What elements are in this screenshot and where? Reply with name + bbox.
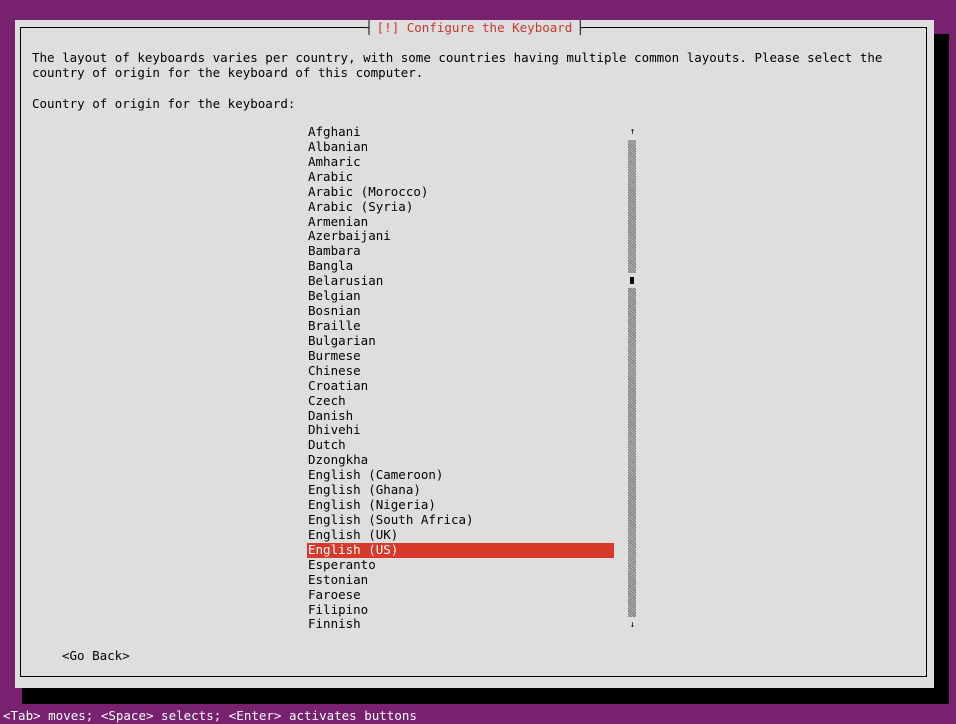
go-back-button[interactable]: <Go Back> [62,648,130,663]
list-item[interactable]: Bambara [307,243,614,259]
list-item[interactable]: Braille [307,318,614,334]
configure-keyboard-dialog: ┤ [!] Configure the Keyboard ├ The layout … [15,20,934,688]
list-item-selected[interactable]: English (US) [307,542,614,558]
list-item[interactable]: Estonian [307,572,614,588]
list-item[interactable]: Filipino [307,602,614,618]
list-item[interactable]: Arabic (Morocco) [307,184,614,200]
dialog-title: [!] Configure the Keyboard [372,20,577,35]
dialog-description: The layout of keyboards varies per count… [32,50,883,80]
list-item[interactable]: Dutch [307,437,614,453]
list-item[interactable]: English (UK) [307,527,614,543]
list-item[interactable]: Belgian [307,288,614,304]
scrollbar-thumb[interactable] [630,277,634,284]
list-item[interactable]: Belarusian [307,273,614,289]
scroll-up-arrow-icon[interactable]: ↑ [627,126,638,138]
list-item[interactable]: Finnish [307,616,614,632]
list-item[interactable]: Bulgarian [307,333,614,349]
list-item[interactable]: Czech [307,393,614,409]
list-item[interactable]: Bangla [307,258,614,274]
list-item[interactable]: English (Nigeria) [307,497,614,513]
list-item[interactable]: Burmese [307,348,614,364]
list-item[interactable]: Danish [307,408,614,424]
list-prompt: Country of origin for the keyboard: [32,96,296,111]
list-item[interactable]: Arabic (Syria) [307,199,614,215]
list-item[interactable]: Esperanto [307,557,614,573]
list-item[interactable]: Albanian [307,139,614,155]
status-bar-hint: <Tab> moves; <Space> selects; <Enter> ac… [0,708,956,724]
list-item[interactable]: Amharic [307,154,614,170]
scroll-down-arrow-icon[interactable]: ↓ [627,619,638,631]
list-item[interactable]: Armenian [307,214,614,230]
list-item[interactable]: English (Ghana) [307,482,614,498]
list-item[interactable]: Arabic [307,169,614,185]
list-item[interactable]: Azerbaijani [307,229,614,244]
list-item[interactable]: Bosnian [307,303,614,319]
dialog-title-bar: ┤ [!] Configure the Keyboard ├ [365,20,584,35]
list-item[interactable]: Afghani [307,124,614,140]
list-item[interactable]: Chinese [307,363,614,379]
list-item[interactable]: Faroese [307,587,614,603]
list-item[interactable]: Dzongkha [307,452,614,468]
list-item[interactable]: Dhivehi [307,423,614,438]
list-item[interactable]: English (South Africa) [307,512,614,528]
list-item[interactable]: English (Cameroon) [307,467,614,483]
list-item[interactable]: Croatian [307,378,614,394]
scrollbar-track[interactable] [628,140,636,617]
country-list[interactable]: Afghani Albanian Amharic Arabic Arabic (Moro… [307,124,614,632]
